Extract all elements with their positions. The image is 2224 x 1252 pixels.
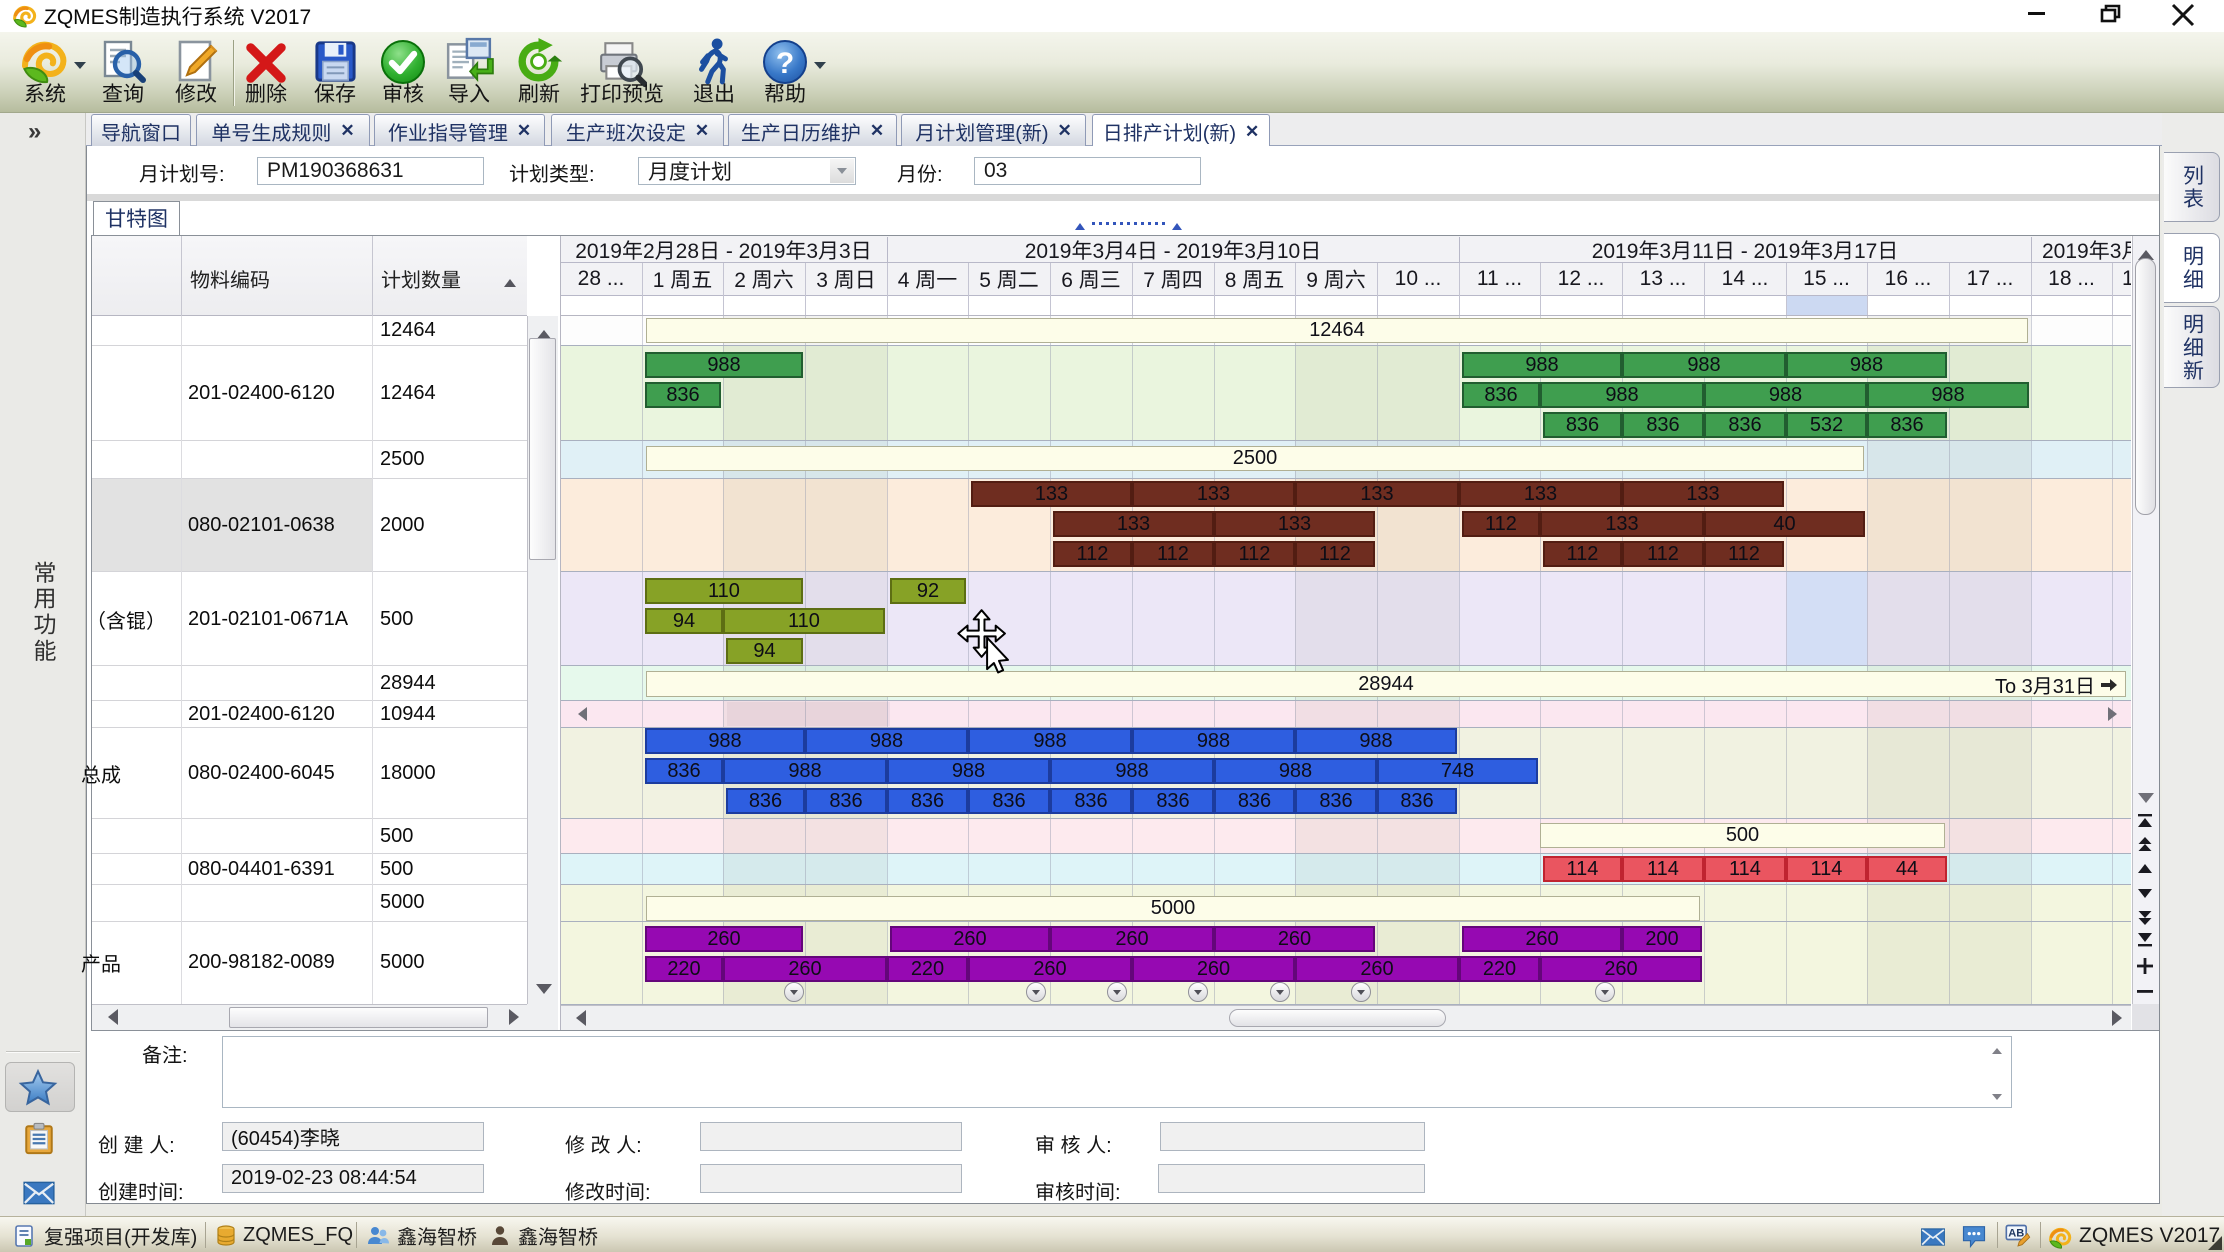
svg-text:AB: AB — [2008, 1228, 2024, 1240]
svg-text:?: ? — [776, 47, 794, 80]
